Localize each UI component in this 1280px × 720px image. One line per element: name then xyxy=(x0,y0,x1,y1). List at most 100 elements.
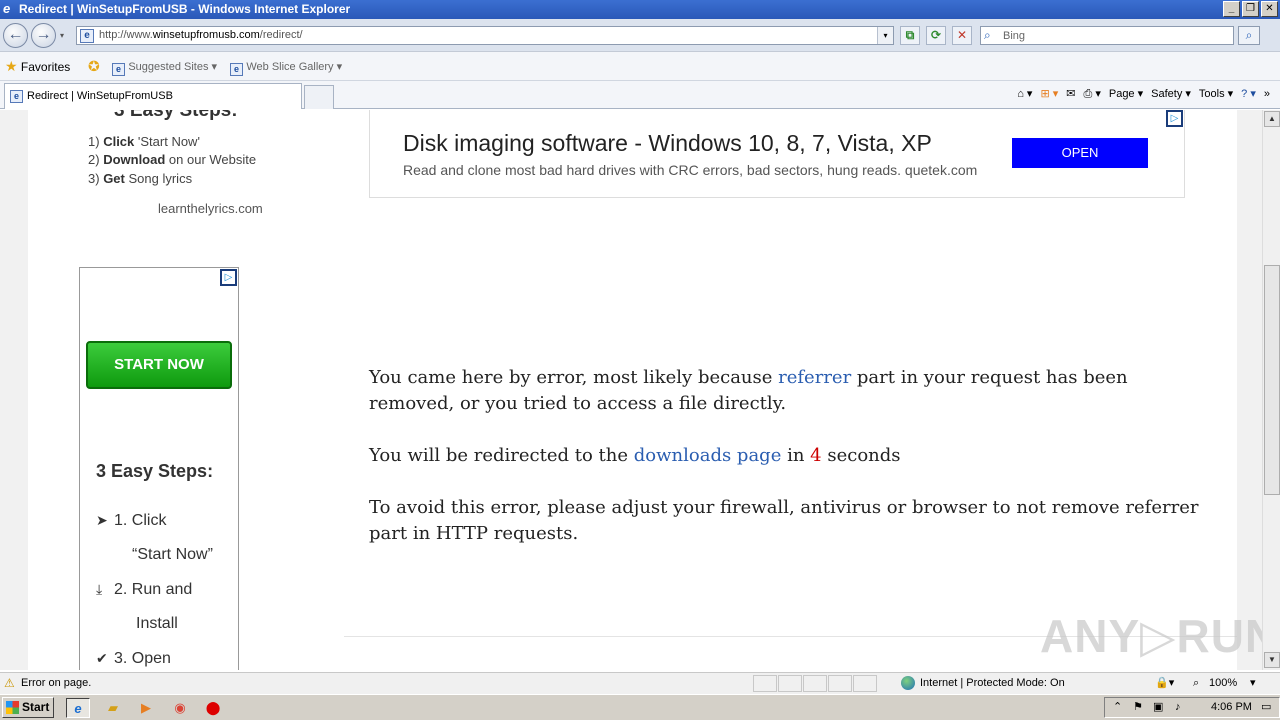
address-dropdown-button[interactable]: ▾ xyxy=(877,27,893,44)
add-favorites-icon[interactable]: ✪ xyxy=(88,59,100,74)
media-player-taskbar-icon[interactable]: ▶ xyxy=(134,698,158,718)
referrer-link[interactable]: referrer xyxy=(778,367,851,388)
scroll-up-arrow-icon[interactable]: ▲ xyxy=(1264,111,1280,127)
countdown-seconds: 4 xyxy=(810,445,822,466)
warning-icon[interactable]: ⚠ xyxy=(4,676,15,690)
download-icon: ⤓ xyxy=(96,581,103,597)
page-content: 3 Easy Steps: 1) Click 'Start Now' 2) Do… xyxy=(0,110,1262,670)
favorites-button[interactable]: ★ Favorites xyxy=(5,59,70,74)
page-icon: e xyxy=(10,90,23,103)
tools-menu[interactable]: Tools ▾ xyxy=(1199,86,1233,102)
adchoices-icon[interactable]: ▷ xyxy=(220,269,237,286)
privacy-icon[interactable]: 🔒▾ xyxy=(1155,673,1174,693)
safety-menu[interactable]: Safety ▾ xyxy=(1151,86,1191,102)
zoom-dropdown-icon[interactable]: ▾ xyxy=(1250,673,1256,693)
advice-paragraph: To avoid this error, please adjust your … xyxy=(369,497,1199,544)
security-zone[interactable]: Internet | Protected Mode: On xyxy=(920,673,1065,693)
status-cell xyxy=(828,675,852,692)
back-button[interactable]: ← xyxy=(3,23,28,48)
window-controls: _ ❐ ✕ xyxy=(1223,1,1278,17)
tab-label: Redirect | WinSetupFromUSB xyxy=(27,90,173,102)
anyrun-watermark: ANY▷RUN xyxy=(1040,610,1262,662)
compatibility-view-icon[interactable]: ⧉ xyxy=(900,26,920,45)
web-slice-gallery-link[interactable]: e Web Slice Gallery ▾ xyxy=(230,59,342,76)
network-icon[interactable]: ▣ xyxy=(1153,698,1163,717)
app-taskbar-icon[interactable]: ⬤ xyxy=(201,698,225,718)
page-menu[interactable]: Page ▾ xyxy=(1109,86,1143,102)
bing-icon: ⌕ xyxy=(984,28,991,42)
zoom-icon: ⌕ xyxy=(1193,677,1200,689)
suggested-sites-link[interactable]: e Suggested Sites ▾ xyxy=(112,59,217,76)
search-button[interactable]: ⌕ xyxy=(1238,26,1260,45)
taskbar: Start e ▰ ▶ ◉ ⬤ ⌃ ⚑ ▣ ♪ 4:06 PM ▭ xyxy=(0,694,1280,720)
home-icon[interactable]: ⌂ ▾ xyxy=(1017,86,1032,102)
recent-pages-dropdown[interactable]: ▾ xyxy=(60,31,64,40)
downloads-page-link[interactable]: downloads page xyxy=(634,445,782,466)
status-cell xyxy=(803,675,827,692)
page-icon: e xyxy=(112,63,125,76)
ad-step-2-detail: Install xyxy=(136,615,178,632)
adchoices-icon[interactable]: ▷ xyxy=(1166,110,1183,127)
ad-step-1: 1) Click 'Start Now' xyxy=(88,134,200,149)
checkmark-icon: ✔ xyxy=(96,650,108,666)
restore-button[interactable]: ❐ xyxy=(1242,1,1259,17)
search-input[interactable]: ⌕ Bing xyxy=(980,26,1234,45)
ad-step-2: 2) Download on our Website xyxy=(88,152,257,167)
read-mail-icon[interactable]: ✉ xyxy=(1066,86,1075,102)
internet-zone-icon xyxy=(901,676,915,690)
close-button[interactable]: ✕ xyxy=(1261,1,1278,17)
right-frame xyxy=(1237,110,1262,670)
command-bar: ⌂ ▾ ⊞ ▾ ✉ ⎙ ▾ Page ▾ Safety ▾ Tools ▾ ? … xyxy=(1017,86,1270,102)
ad-subtitle: Read and clone most bad hard drives with… xyxy=(403,162,978,178)
start-button[interactable]: Start xyxy=(2,697,54,718)
ad-top-banner[interactable]: ▷ Disk imaging software - Windows 10, 8,… xyxy=(369,110,1185,198)
clock[interactable]: 4:06 PM xyxy=(1211,698,1252,717)
internet-explorer-taskbar-icon[interactable]: e xyxy=(66,698,90,718)
address-bar[interactable]: e http://www.winsetupfromusb.com/redirec… xyxy=(76,26,894,45)
status-text[interactable]: Error on page. xyxy=(21,673,91,693)
navigation-bar: ← → ▾ e http://www.winsetupfromusb.com/r… xyxy=(0,19,1280,52)
start-now-button[interactable]: START NOW xyxy=(86,341,232,389)
window-titlebar: e Redirect | WinSetupFromUSB - Windows I… xyxy=(0,0,1280,19)
ad-title[interactable]: Disk imaging software - Windows 10, 8, 7… xyxy=(403,130,932,157)
ad-step-3: ✔ 3. Open xyxy=(96,650,171,667)
tray-expand-icon[interactable]: ⌃ xyxy=(1113,698,1122,717)
vertical-scrollbar[interactable]: ▲ ▼ xyxy=(1262,110,1280,670)
scroll-down-arrow-icon[interactable]: ▼ xyxy=(1264,652,1280,668)
ad-left-banner[interactable]: ▷ START NOW 3 Easy Steps: ➤ 1. Click “Sta… xyxy=(79,267,239,670)
forward-button[interactable]: → xyxy=(31,23,56,48)
ie-logo-icon: e xyxy=(3,1,11,16)
chrome-taskbar-icon[interactable]: ◉ xyxy=(168,698,192,718)
feeds-icon[interactable]: ⊞ ▾ xyxy=(1040,86,1058,102)
zoom-level[interactable]: 100% xyxy=(1209,673,1237,693)
search-placeholder: Bing xyxy=(1003,30,1026,42)
show-desktop-icon[interactable]: ▭ xyxy=(1261,698,1271,717)
open-button[interactable]: OPEN xyxy=(1012,138,1148,168)
ad-site-link[interactable]: learnthelyrics.com xyxy=(158,201,263,216)
favorites-bar: ★ Favorites ✪ e Suggested Sites ▾ e Web … xyxy=(0,52,1280,81)
tab-redirect[interactable]: e Redirect | WinSetupFromUSB xyxy=(4,83,302,109)
refresh-icon[interactable]: ⟳ xyxy=(926,26,946,45)
scrollbar-thumb[interactable] xyxy=(1264,265,1280,495)
print-icon[interactable]: ⎙ ▾ xyxy=(1083,86,1100,102)
tab-bar: e Redirect | WinSetupFromUSB ⌂ ▾ ⊞ ▾ ✉ ⎙… xyxy=(0,81,1280,109)
help-icon[interactable]: ? ▾ xyxy=(1241,86,1256,102)
page-icon: e xyxy=(80,29,94,43)
ad-heading: 3 Easy Steps: xyxy=(96,461,214,481)
folder-taskbar-icon[interactable]: ▰ xyxy=(101,698,125,718)
minimize-button[interactable]: _ xyxy=(1223,1,1240,17)
more-chevron-icon[interactable]: » xyxy=(1264,86,1270,102)
system-tray: ⌃ ⚑ ▣ ♪ 4:06 PM ▭ xyxy=(1104,697,1280,718)
stop-icon[interactable]: ✕ xyxy=(952,26,972,45)
status-cell xyxy=(853,675,877,692)
address-url[interactable]: http://www.winsetupfromusb.com/redirect/ xyxy=(99,29,303,41)
window-title: Redirect | WinSetupFromUSB - Windows Int… xyxy=(19,2,351,16)
action-center-icon[interactable]: ⚑ xyxy=(1133,698,1143,717)
ad-step-2: ⤓ 2. Run and xyxy=(96,581,193,598)
volume-icon[interactable]: ♪ xyxy=(1175,698,1181,717)
status-cell xyxy=(778,675,802,692)
ad-step-3: 3) Get Song lyrics xyxy=(88,171,193,186)
status-cell xyxy=(753,675,777,692)
error-message-paragraph: You came here by error, most likely beca… xyxy=(369,367,1128,414)
new-tab-button[interactable] xyxy=(304,85,334,109)
